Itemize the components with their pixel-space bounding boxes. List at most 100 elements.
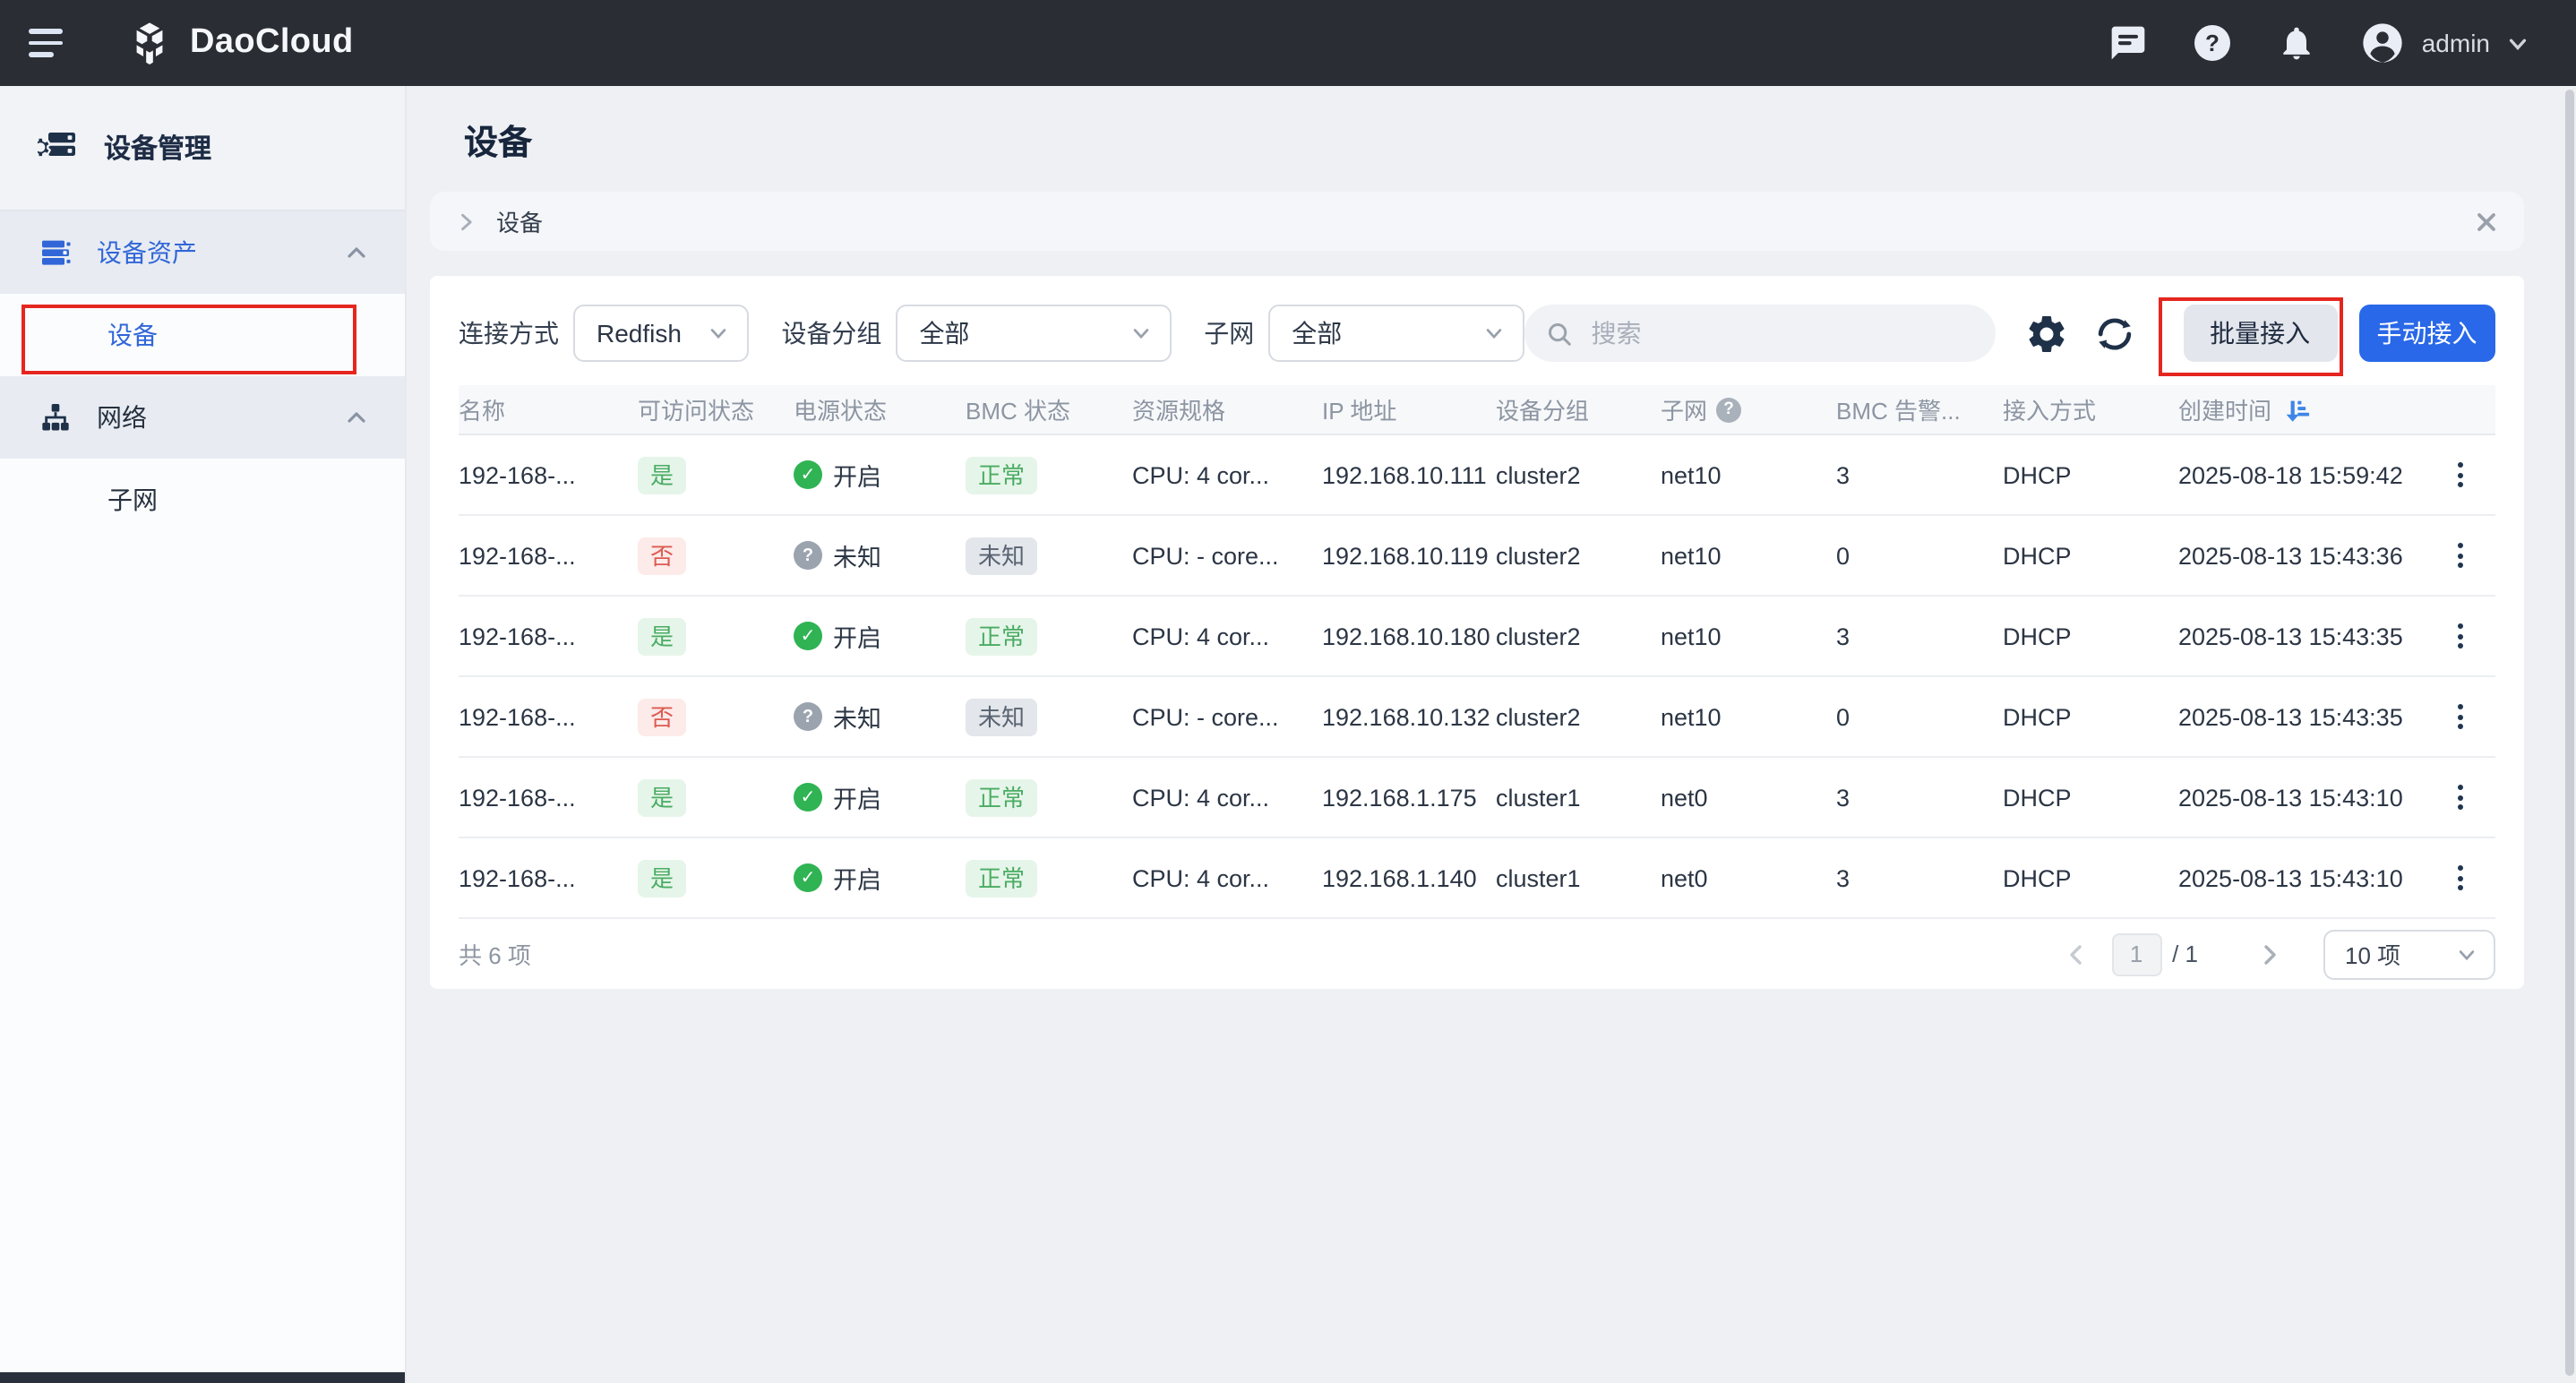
row-actions-menu-icon[interactable] bbox=[2447, 536, 2474, 575]
table-footer: 共 6 项 / 1 10 项 bbox=[459, 919, 2495, 989]
subnet-name: net10 bbox=[1661, 461, 1836, 488]
main-content: 设备 设备 连接方式 Redfish 设备分组 bbox=[407, 86, 2576, 1383]
help-icon[interactable]: ? bbox=[2191, 21, 2234, 64]
power-status: 开启 bbox=[794, 860, 966, 896]
device-group: cluster1 bbox=[1496, 784, 1661, 811]
chevron-right-icon[interactable] bbox=[455, 210, 477, 232]
search-icon bbox=[1547, 320, 1574, 347]
settings-gear-icon[interactable] bbox=[2023, 311, 2068, 356]
pagination: / 1 10 项 bbox=[2057, 929, 2495, 979]
subnet-name: net0 bbox=[1661, 784, 1836, 811]
device-table: 名称 可访问状态 电源状态 BMC 状态 资源规格 IP 地址 设备分组 子网 … bbox=[459, 385, 2495, 919]
batch-access-button[interactable]: 批量接入 bbox=[2183, 305, 2337, 362]
col-header-spec: 资源规格 bbox=[1132, 392, 1322, 426]
device-name[interactable]: 192-168-... bbox=[459, 864, 638, 891]
row-actions-menu-icon[interactable] bbox=[2447, 858, 2474, 898]
col-header-bmc-status: BMC 状态 bbox=[966, 392, 1132, 426]
bmc-status-badge: 未知 bbox=[966, 698, 1037, 735]
ip-address: 192.168.10.132 bbox=[1322, 703, 1496, 730]
bmc-alert-count: 3 bbox=[1836, 864, 2003, 891]
power-status-icon bbox=[794, 702, 822, 731]
device-name[interactable]: 192-168-... bbox=[459, 623, 638, 649]
access-method: DHCP bbox=[2003, 542, 2178, 569]
connection-select[interactable]: Redfish bbox=[573, 305, 749, 362]
vertical-scrollbar[interactable] bbox=[2563, 86, 2576, 1383]
access-method: DHCP bbox=[2003, 784, 2178, 811]
ip-address: 192.168.10.111 bbox=[1322, 461, 1496, 488]
access-method: DHCP bbox=[2003, 461, 2178, 488]
ip-address: 192.168.1.140 bbox=[1322, 864, 1496, 891]
created-time: 2025-08-13 15:43:10 bbox=[2178, 784, 2429, 811]
accessible-badge: 否 bbox=[638, 537, 686, 574]
group-select[interactable]: 全部 bbox=[896, 305, 1172, 362]
chevron-up-icon bbox=[344, 240, 369, 265]
manual-access-button[interactable]: 手动接入 bbox=[2358, 305, 2495, 362]
created-time: 2025-08-18 15:59:42 bbox=[2178, 461, 2429, 488]
row-actions-menu-icon[interactable] bbox=[2447, 616, 2474, 656]
message-icon[interactable] bbox=[2107, 21, 2150, 64]
power-status: 开启 bbox=[794, 457, 966, 493]
device-group: cluster2 bbox=[1496, 623, 1661, 649]
power-status-icon bbox=[794, 622, 822, 650]
subnet-select[interactable]: 全部 bbox=[1268, 305, 1524, 362]
chevron-down-icon bbox=[2456, 943, 2477, 965]
ip-address: 192.168.10.119 bbox=[1322, 542, 1496, 569]
sidebar-item-network[interactable]: 网络 bbox=[0, 376, 405, 459]
device-name[interactable]: 192-168-... bbox=[459, 703, 638, 730]
device-name[interactable]: 192-168-... bbox=[459, 461, 638, 488]
search-box bbox=[1525, 305, 1996, 362]
sidebar-item-label: 网络 bbox=[97, 399, 147, 435]
resource-spec: CPU: 4 cor... bbox=[1132, 461, 1322, 488]
resource-spec: CPU: - core... bbox=[1132, 542, 1322, 569]
sidebar-bottom-bar bbox=[0, 1372, 405, 1383]
sort-descending-icon[interactable] bbox=[2282, 395, 2311, 424]
resource-spec: CPU: 4 cor... bbox=[1132, 784, 1322, 811]
table-row[interactable]: 192-168-... 否 未知 未知 CPU: - core... 192.1… bbox=[459, 677, 2495, 758]
refresh-icon[interactable] bbox=[2091, 311, 2136, 356]
menu-toggle-icon[interactable] bbox=[29, 30, 72, 57]
power-status: 未知 bbox=[794, 699, 966, 734]
device-assets-icon bbox=[38, 235, 73, 271]
power-status-icon bbox=[794, 783, 822, 812]
sidebar-item-subnet[interactable]: 子网 bbox=[0, 459, 405, 541]
sidebar: 设备管理 设备资产 bbox=[0, 86, 407, 1383]
sidebar-item-device-assets[interactable]: 设备资产 bbox=[0, 211, 405, 294]
accessible-badge: 是 bbox=[638, 859, 686, 897]
cube-logo-icon bbox=[125, 19, 174, 67]
prev-page-icon[interactable] bbox=[2057, 932, 2093, 975]
table-row[interactable]: 192-168-... 是 开启 正常 CPU: 4 cor... 192.16… bbox=[459, 597, 2495, 677]
power-status: 开启 bbox=[794, 779, 966, 815]
table-row[interactable]: 192-168-... 是 开启 正常 CPU: 4 cor... 192.16… bbox=[459, 758, 2495, 838]
page-size-select[interactable]: 10 项 bbox=[2323, 929, 2495, 979]
device-name[interactable]: 192-168-... bbox=[459, 542, 638, 569]
table-header-row: 名称 可访问状态 电源状态 BMC 状态 资源规格 IP 地址 设备分组 子网 … bbox=[459, 385, 2495, 435]
table-row[interactable]: 192-168-... 否 未知 未知 CPU: - core... 192.1… bbox=[459, 516, 2495, 597]
close-icon[interactable] bbox=[2474, 209, 2499, 234]
row-actions-menu-icon[interactable] bbox=[2447, 777, 2474, 817]
next-page-icon[interactable] bbox=[2252, 932, 2288, 975]
help-circle-icon[interactable]: ? bbox=[1716, 397, 1741, 422]
subnet-filter-label: 子网 bbox=[1204, 315, 1254, 351]
col-header-group: 设备分组 bbox=[1496, 392, 1661, 426]
row-actions-menu-icon[interactable] bbox=[2447, 455, 2474, 494]
subnet-name: net10 bbox=[1661, 703, 1836, 730]
page-number-input[interactable] bbox=[2111, 932, 2161, 975]
table-row[interactable]: 192-168-... 是 开启 正常 CPU: 4 cor... 192.16… bbox=[459, 435, 2495, 516]
scrollbar-thumb[interactable] bbox=[2565, 90, 2574, 1376]
resource-spec: CPU: 4 cor... bbox=[1132, 623, 1322, 649]
breadcrumb-item[interactable]: 设备 bbox=[496, 204, 543, 238]
filter-toolbar: 连接方式 Redfish 设备分组 全部 子网 全部 bbox=[459, 305, 2495, 362]
brand-logo[interactable]: DaoCloud bbox=[125, 19, 354, 67]
user-menu[interactable]: admin bbox=[2359, 20, 2529, 66]
resource-spec: CPU: - core... bbox=[1132, 703, 1322, 730]
bmc-alert-count: 3 bbox=[1836, 461, 2003, 488]
bell-icon[interactable] bbox=[2275, 21, 2318, 64]
device-name[interactable]: 192-168-... bbox=[459, 784, 638, 811]
top-navbar: DaoCloud ? admin bbox=[0, 0, 2576, 86]
table-row[interactable]: 192-168-... 是 开启 正常 CPU: 4 cor... 192.16… bbox=[459, 838, 2495, 919]
search-input[interactable] bbox=[1588, 317, 1946, 349]
ip-address: 192.168.10.180 bbox=[1322, 623, 1496, 649]
row-actions-menu-icon[interactable] bbox=[2447, 697, 2474, 736]
sidebar-item-device[interactable]: 设备 bbox=[0, 294, 405, 376]
svg-text:?: ? bbox=[2205, 30, 2220, 56]
